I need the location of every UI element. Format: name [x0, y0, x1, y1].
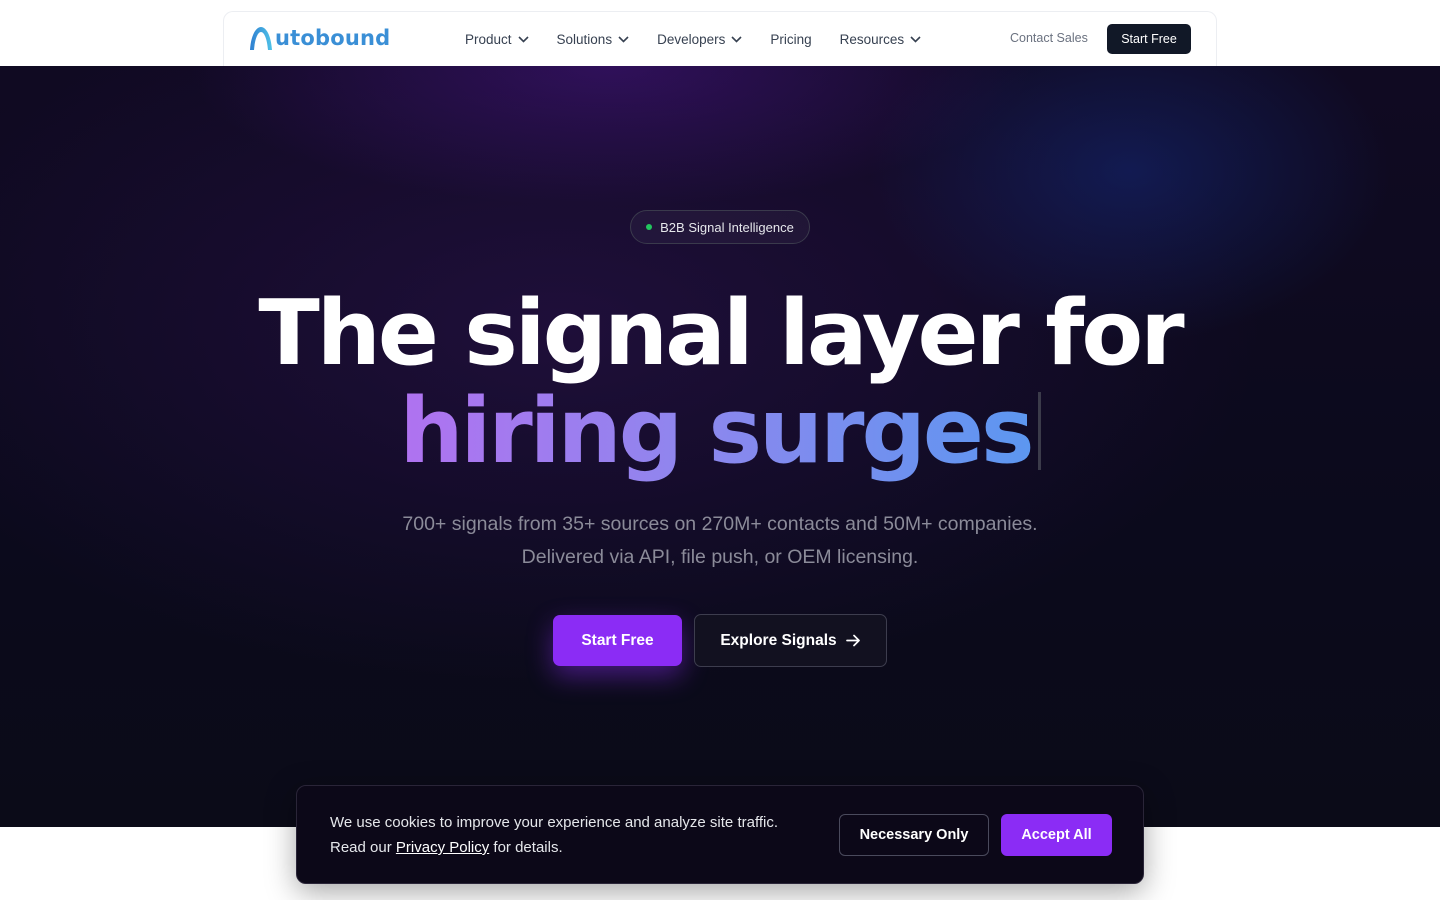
headline-line2: hiring surges — [0, 382, 1440, 482]
menu-item-resources[interactable]: Resources — [840, 32, 922, 47]
headline-rotating-text: hiring surges — [399, 379, 1034, 484]
logo[interactable]: utobound — [248, 24, 390, 52]
chevron-down-icon — [618, 35, 629, 43]
chevron-down-icon — [910, 35, 921, 43]
cookie-line2-prefix: Read our — [330, 839, 392, 856]
explore-signals-label: Explore Signals — [720, 631, 837, 649]
menu-item-product[interactable]: Product — [465, 32, 529, 47]
menu-item-label: Product — [465, 31, 512, 47]
accept-all-button[interactable]: Accept All — [1001, 814, 1112, 856]
menu-item-label: Pricing — [770, 31, 812, 47]
menu-item-label: Developers — [657, 31, 726, 47]
chevron-down-icon — [517, 35, 529, 43]
explore-signals-button[interactable]: Explore Signals — [694, 614, 887, 667]
hero-subtitle-line2: Delivered via API, file push, or OEM lic… — [521, 546, 919, 568]
cookie-message-line2: Read our Privacy Policy for details. — [330, 835, 778, 860]
cookie-message: We use cookies to improve your experienc… — [330, 810, 778, 860]
top-navigation: utobound Product Solutions Developers Pr… — [0, 0, 1440, 66]
necessary-only-button[interactable]: Necessary Only — [839, 814, 989, 856]
logo-text: utobound — [275, 26, 391, 50]
contact-sales-link[interactable]: Contact Sales — [1010, 31, 1088, 45]
main-menu: Product Solutions Developers Pricing Res… — [465, 30, 949, 48]
privacy-policy-link[interactable]: Privacy Policy — [396, 839, 489, 856]
hero-section: B2B Signal Intelligence The signal layer… — [0, 66, 1440, 827]
hero-subtitle-line1: 700+ signals from 35+ sources on 270M+ c… — [402, 513, 1038, 535]
menu-item-label: Solutions — [556, 31, 613, 47]
chevron-down-icon — [731, 35, 742, 43]
cookie-banner: We use cookies to improve your experienc… — [296, 785, 1144, 884]
cookie-line2-suffix: for details. — [493, 839, 563, 856]
status-dot-icon — [646, 224, 653, 230]
logo-arch-icon — [250, 27, 272, 50]
menu-item-solutions[interactable]: Solutions — [557, 32, 630, 47]
nav-start-free-button[interactable]: Start Free — [1107, 24, 1191, 54]
typing-cursor-icon — [1037, 392, 1041, 470]
headline-line1: The signal layer for — [258, 281, 1184, 386]
badge-text: B2B Signal Intelligence — [660, 219, 794, 235]
arrow-right-icon — [845, 634, 860, 647]
cookie-message-line1: We use cookies to improve your experienc… — [330, 814, 779, 831]
menu-item-label: Resources — [839, 31, 905, 47]
menu-item-pricing[interactable]: Pricing — [770, 32, 811, 47]
hero-badge: B2B Signal Intelligence — [630, 210, 810, 244]
menu-item-developers[interactable]: Developers — [657, 32, 742, 47]
start-free-button[interactable]: Start Free — [553, 615, 682, 666]
